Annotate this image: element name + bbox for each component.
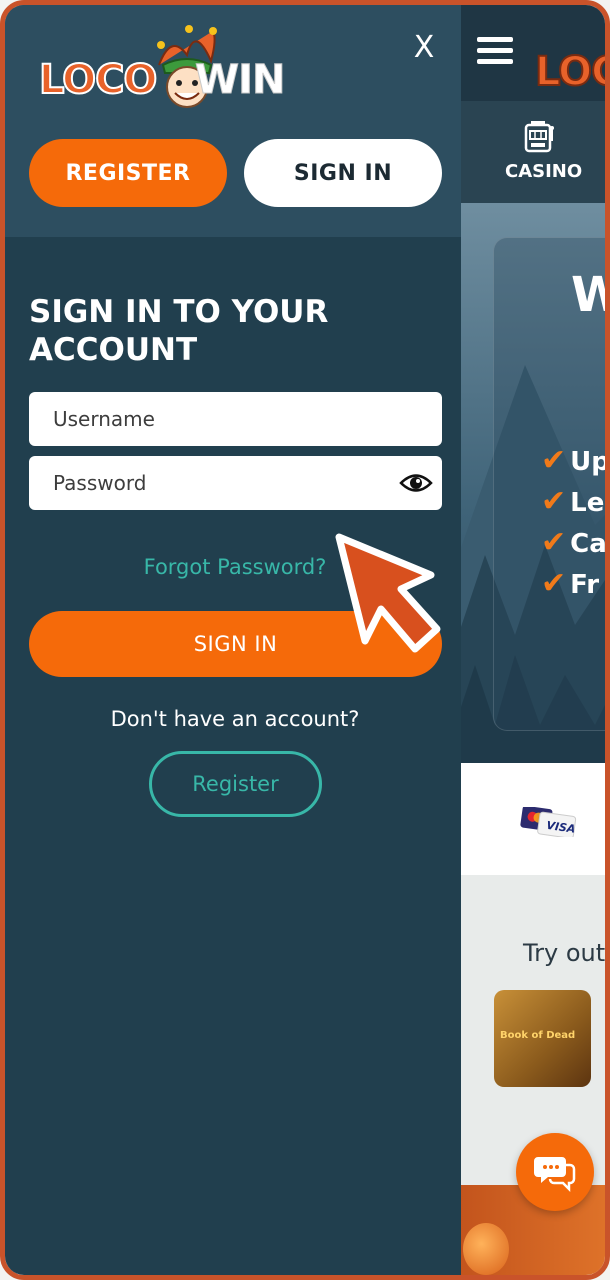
username-input[interactable] [29,392,442,446]
password-input[interactable] [29,456,442,510]
logo-text-win: WIN [194,57,285,104]
game-thumbnail[interactable]: Book of Dead [494,990,591,1087]
eye-icon[interactable] [399,468,433,498]
checkmark-icon: ✔ [541,566,567,601]
signin-heading-line2: ACCOUNT [29,332,198,368]
coin-decoration [463,1223,509,1275]
visa-card-icon: VISA [520,807,576,837]
no-account-text: Don't have an account? [110,707,360,731]
games-heading: Try out [523,939,606,967]
signin-tab-button[interactable]: SIGN IN [244,139,442,207]
checkmark-icon: ✔ [541,443,567,478]
perk-item: ✔ Ca [541,525,607,560]
register-tab-button[interactable]: REGISTER [29,139,227,207]
site-logo[interactable]: LOC [534,48,605,96]
perk-item: ✔ Fr [541,566,600,601]
chat-button[interactable] [516,1133,594,1211]
hamburger-icon[interactable] [477,37,513,65]
checkmark-icon: ✔ [541,484,567,519]
pointer-arrow-icon [335,533,441,653]
perk-item: ✔ Up [541,443,610,478]
perk-item: ✔ Le [541,484,605,519]
loco-win-logo[interactable]: LOCO WIN [35,25,286,111]
checkmark-icon: ✔ [541,525,567,560]
hero-title: W [571,267,605,323]
signin-heading-line1: SIGN IN TO YOUR [29,294,329,330]
signin-heading: SIGN IN TO YOUR ACCOUNT [29,293,429,369]
slot-machine-icon [524,121,554,153]
chat-icon [534,1157,576,1193]
register-button[interactable]: Register [149,751,322,817]
logo-text-loco: LOCO [38,56,158,104]
close-icon: X [413,30,435,65]
phone-frame: LOC CASINO W ✔Up ✔Le ✔Ca ✔Fr [0,0,610,1280]
close-button[interactable]: X [409,31,439,65]
nav-casino[interactable]: CASINO [505,161,582,182]
game-title: Book of Dead [500,1030,576,1041]
